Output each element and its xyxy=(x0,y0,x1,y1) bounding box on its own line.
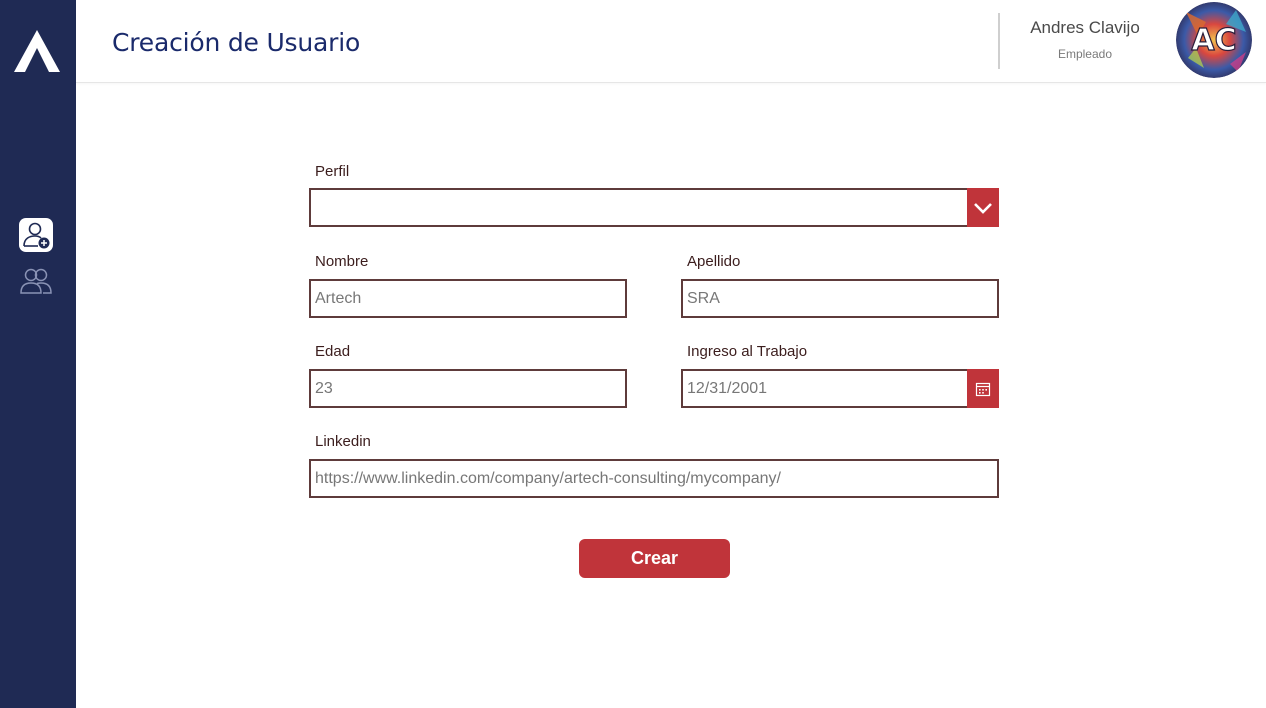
linkedin-label: Linkedin xyxy=(315,433,371,450)
avatar[interactable]: AC xyxy=(1176,2,1252,78)
perfil-label: Perfil xyxy=(315,163,350,180)
linkedin-input[interactable] xyxy=(311,461,997,496)
user-role: Empleado xyxy=(1057,47,1113,61)
sidebar-item-create-user[interactable] xyxy=(19,218,53,252)
app-logo-icon[interactable] xyxy=(12,28,62,74)
sidebar-item-users[interactable] xyxy=(19,264,53,298)
perfil-input[interactable] xyxy=(311,190,997,225)
crear-button[interactable]: Crear xyxy=(579,539,730,578)
apellido-input[interactable] xyxy=(683,281,997,316)
date-picker-button[interactable] xyxy=(967,369,999,408)
avatar-initials: AC xyxy=(1191,23,1236,58)
sidebar xyxy=(0,0,76,708)
linkedin-field[interactable] xyxy=(309,459,999,498)
perfil-dropdown-toggle[interactable] xyxy=(967,188,999,227)
ingreso-label: Ingreso al Trabajo xyxy=(687,343,808,360)
page-title: Creación de Usuario xyxy=(112,28,361,57)
header-divider xyxy=(998,13,1000,69)
calendar-icon xyxy=(975,382,991,396)
edad-label: Edad xyxy=(315,343,351,360)
user-name: Andres Clavijo xyxy=(1030,18,1140,37)
edad-input[interactable] xyxy=(311,371,625,406)
nombre-input[interactable] xyxy=(311,281,625,316)
users-icon xyxy=(20,268,52,294)
apellido-label: Apellido xyxy=(687,253,741,270)
ingreso-input[interactable] xyxy=(683,371,997,406)
nombre-field[interactable] xyxy=(309,279,627,318)
header: Creación de Usuario Andres Clavijo Emple… xyxy=(76,0,1266,83)
user-add-icon xyxy=(23,222,50,249)
apellido-field[interactable] xyxy=(681,279,999,318)
chevron-down-icon xyxy=(974,202,992,214)
nombre-label: Nombre xyxy=(315,253,369,270)
perfil-dropdown[interactable] xyxy=(309,188,999,227)
edad-field[interactable] xyxy=(309,369,627,408)
ingreso-date-field[interactable] xyxy=(681,369,999,408)
